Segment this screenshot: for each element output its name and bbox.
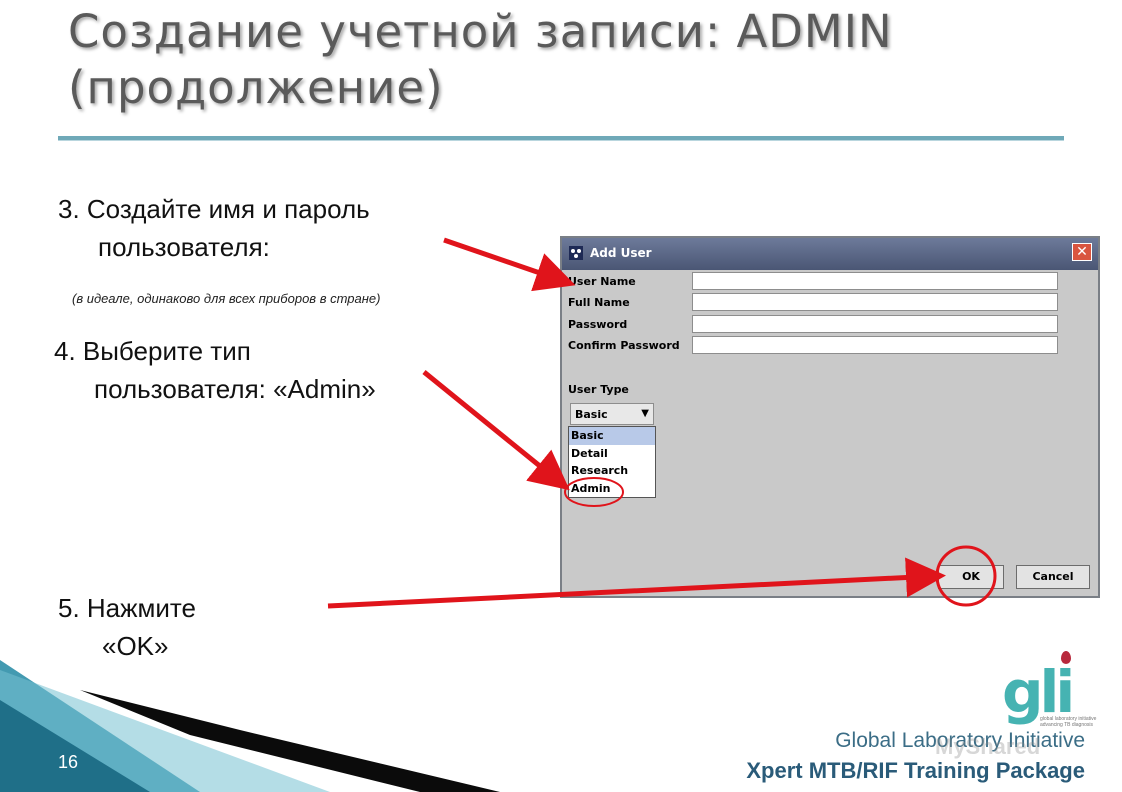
user-name-label: User Name <box>568 275 636 288</box>
user-type-selected-value: Basic <box>575 408 608 421</box>
close-icon[interactable]: ✕ <box>1072 243 1092 261</box>
footer-dark-wedge <box>0 700 150 792</box>
watermark: MyShared <box>935 734 1041 759</box>
footer-black-swoosh <box>80 690 500 792</box>
user-type-label: User Type <box>568 383 629 396</box>
drop-icon <box>1061 651 1071 664</box>
user-type-options-list: Basic Detail Research Admin <box>568 426 656 498</box>
option-detail[interactable]: Detail <box>569 445 655 463</box>
user-type-select[interactable]: Basic ▼ <box>570 403 654 425</box>
password-input[interactable] <box>692 315 1058 333</box>
footer-light-wedge <box>0 670 330 792</box>
step-3-note: (в идеале, одинаково для всех приборов в… <box>72 291 381 306</box>
option-basic[interactable]: Basic <box>569 427 655 445</box>
confirm-password-input[interactable] <box>692 336 1058 354</box>
arrow-to-user-name <box>443 237 576 292</box>
arrow-to-admin-option <box>422 370 570 491</box>
slide-title: Создание учетной записи: ADMIN (продолже… <box>68 4 1068 116</box>
footer-package-name: Xpert MTB/RIF Training Package <box>746 758 1085 783</box>
option-admin[interactable]: Admin <box>569 480 655 498</box>
dialog-title: Add User <box>590 246 652 260</box>
add-user-dialog: Add User ✕ User Name Full Name Password … <box>560 236 1100 598</box>
footer-teal-wedge <box>0 660 200 792</box>
title-line-2: (продолжение) <box>68 61 444 114</box>
step-4-line-2: пользователя: «Admin» <box>94 374 376 404</box>
step-4-text: 4. Выберите тип пользователя: «Admin» <box>54 332 376 408</box>
title-line-1: Создание учетной записи: ADMIN <box>68 5 893 58</box>
app-icon <box>569 246 583 260</box>
gli-logo-tagline: global laboratory initiative advancing T… <box>1040 716 1097 728</box>
step-4-line-1: 4. Выберите тип <box>54 336 251 366</box>
password-label: Password <box>568 318 628 331</box>
chevron-down-icon: ▼ <box>641 408 649 419</box>
step-5-line-2: «OK» <box>102 631 169 661</box>
step-5-text: 5. Нажмите «OK» <box>58 589 196 665</box>
step-3-line-2: пользователя: <box>98 232 270 262</box>
full-name-label: Full Name <box>568 296 630 309</box>
step-5-line-1: 5. Нажмите <box>58 593 197 623</box>
step-3-text: 3. Создайте имя и пароль пользователя: <box>58 190 370 266</box>
dialog-titlebar: Add User ✕ <box>562 238 1098 270</box>
step-3-line-1: 3. Создайте имя и пароль <box>58 194 370 224</box>
ok-button[interactable]: OK <box>938 565 1004 589</box>
cancel-button[interactable]: Cancel <box>1016 565 1090 589</box>
option-research[interactable]: Research <box>569 462 655 480</box>
title-divider <box>58 136 1064 141</box>
confirm-password-label: Confirm Password <box>568 339 680 352</box>
full-name-input[interactable] <box>692 293 1058 311</box>
user-name-input[interactable] <box>692 272 1058 290</box>
page-number: 16 <box>58 752 79 772</box>
